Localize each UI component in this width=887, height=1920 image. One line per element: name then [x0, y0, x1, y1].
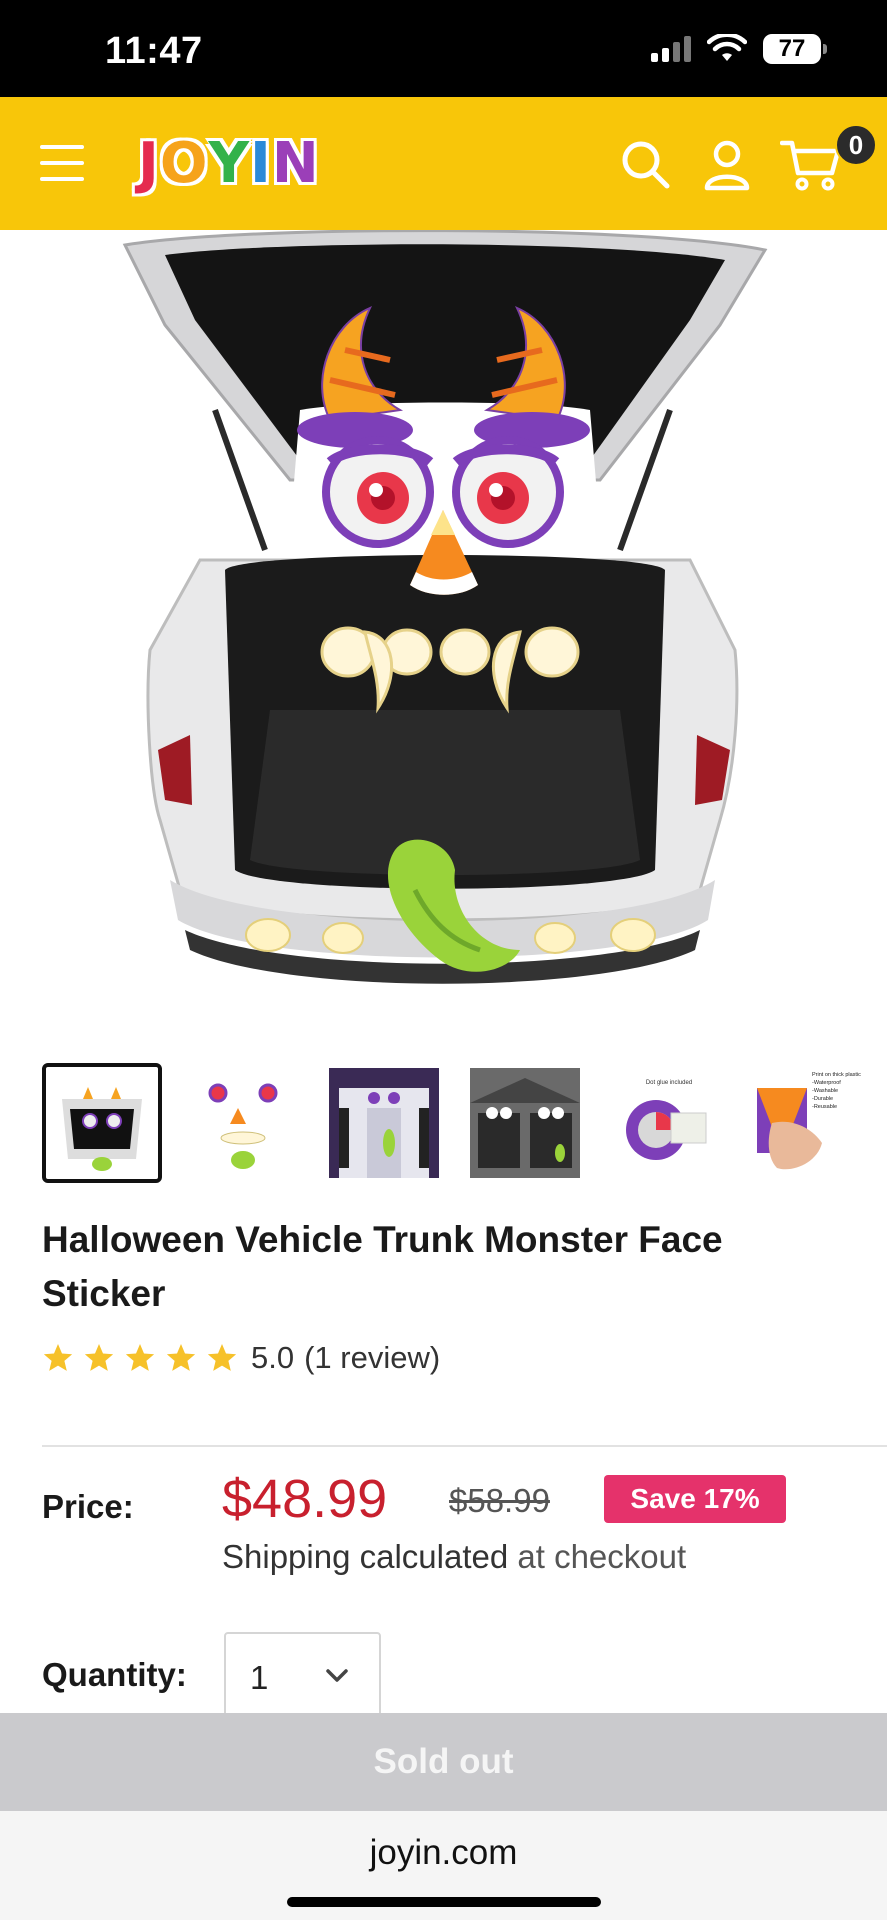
star-icon [84, 1344, 114, 1371]
product-title: Halloween Vehicle Trunk Monster Face Sti… [42, 1219, 723, 1314]
thumb5-caption: Dot glue included [646, 1080, 692, 1086]
thumb6-caption-line: -Durable [812, 1096, 833, 1102]
product-hero-image[interactable] [0, 230, 887, 1030]
quantity-value: 1 [250, 1659, 269, 1696]
status-icons: 77 [651, 34, 827, 64]
car-trunk-monster-image [122, 230, 768, 984]
thumbnail-2[interactable] [183, 1063, 303, 1183]
quantity-label: Quantity: [42, 1656, 187, 1693]
star-icon [125, 1344, 155, 1371]
logo-letter: N [271, 130, 320, 196]
shipping-note: Shipping calculated at checkout [222, 1538, 686, 1576]
shipping-checkout-link[interactable]: at checkout [517, 1538, 686, 1575]
cart-count-badge: 0 [835, 124, 877, 166]
original-price: $58.99 [449, 1482, 550, 1519]
current-price: $48.99 [222, 1469, 388, 1529]
user-icon[interactable] [700, 137, 754, 191]
thumbnail-4[interactable] [465, 1063, 585, 1183]
shipping-text: Shipping calculated [222, 1538, 509, 1575]
status-bar: 11:47 77 [0, 0, 887, 97]
star-icon [166, 1344, 196, 1371]
browser-url-bar[interactable]: joyin.com [0, 1811, 887, 1920]
status-time: 11:47 [105, 30, 203, 72]
logo-letter: J [138, 130, 160, 196]
rating-value: 5.0 [251, 1340, 295, 1375]
review-count-link[interactable]: (1 review) [304, 1340, 440, 1376]
thumbnail-strip: Dot glue included Print on thick plastic… [42, 1063, 887, 1183]
save-badge: Save 17% [604, 1475, 786, 1523]
thumb6-caption-line: Print on thick plastic [812, 1072, 861, 1078]
site-header: J O Y I N [0, 97, 887, 230]
wifi-icon [707, 34, 747, 61]
thumbnail-6[interactable]: Print on thick plastic -Waterproof -Wash… [747, 1063, 867, 1183]
price-label: Price: [42, 1488, 134, 1525]
star-icon [207, 1344, 237, 1371]
search-icon[interactable] [618, 137, 672, 191]
signal-icon [651, 36, 691, 62]
thumb6-caption-line: -Waterproof [812, 1080, 841, 1086]
home-indicator [287, 1897, 601, 1907]
product-rating[interactable]: 5.0 (1 review) [42, 1340, 440, 1376]
logo-letter: O [159, 130, 209, 196]
thumbnail-5[interactable]: Dot glue included [606, 1063, 726, 1183]
sold-out-button[interactable]: Sold out [0, 1713, 887, 1811]
thumb6-caption-line: -Washable [812, 1088, 838, 1094]
hamburger-menu-icon[interactable] [40, 145, 84, 181]
star-icon [43, 1344, 73, 1371]
logo-letter: I [250, 130, 272, 196]
section-divider [42, 1445, 887, 1447]
quantity-select[interactable]: 1 [224, 1632, 381, 1722]
cart-icon[interactable] [780, 137, 842, 191]
thumb6-caption-line: -Reusable [812, 1104, 837, 1110]
thumbnail-3[interactable] [324, 1063, 444, 1183]
url-text[interactable]: joyin.com [0, 1833, 887, 1873]
thumbnail-1[interactable] [42, 1063, 162, 1183]
battery-icon: 77 [763, 34, 827, 64]
joyin-logo[interactable]: J O Y I N [130, 130, 328, 196]
logo-letter: Y [208, 130, 251, 196]
chevron-down-icon [326, 1669, 348, 1682]
